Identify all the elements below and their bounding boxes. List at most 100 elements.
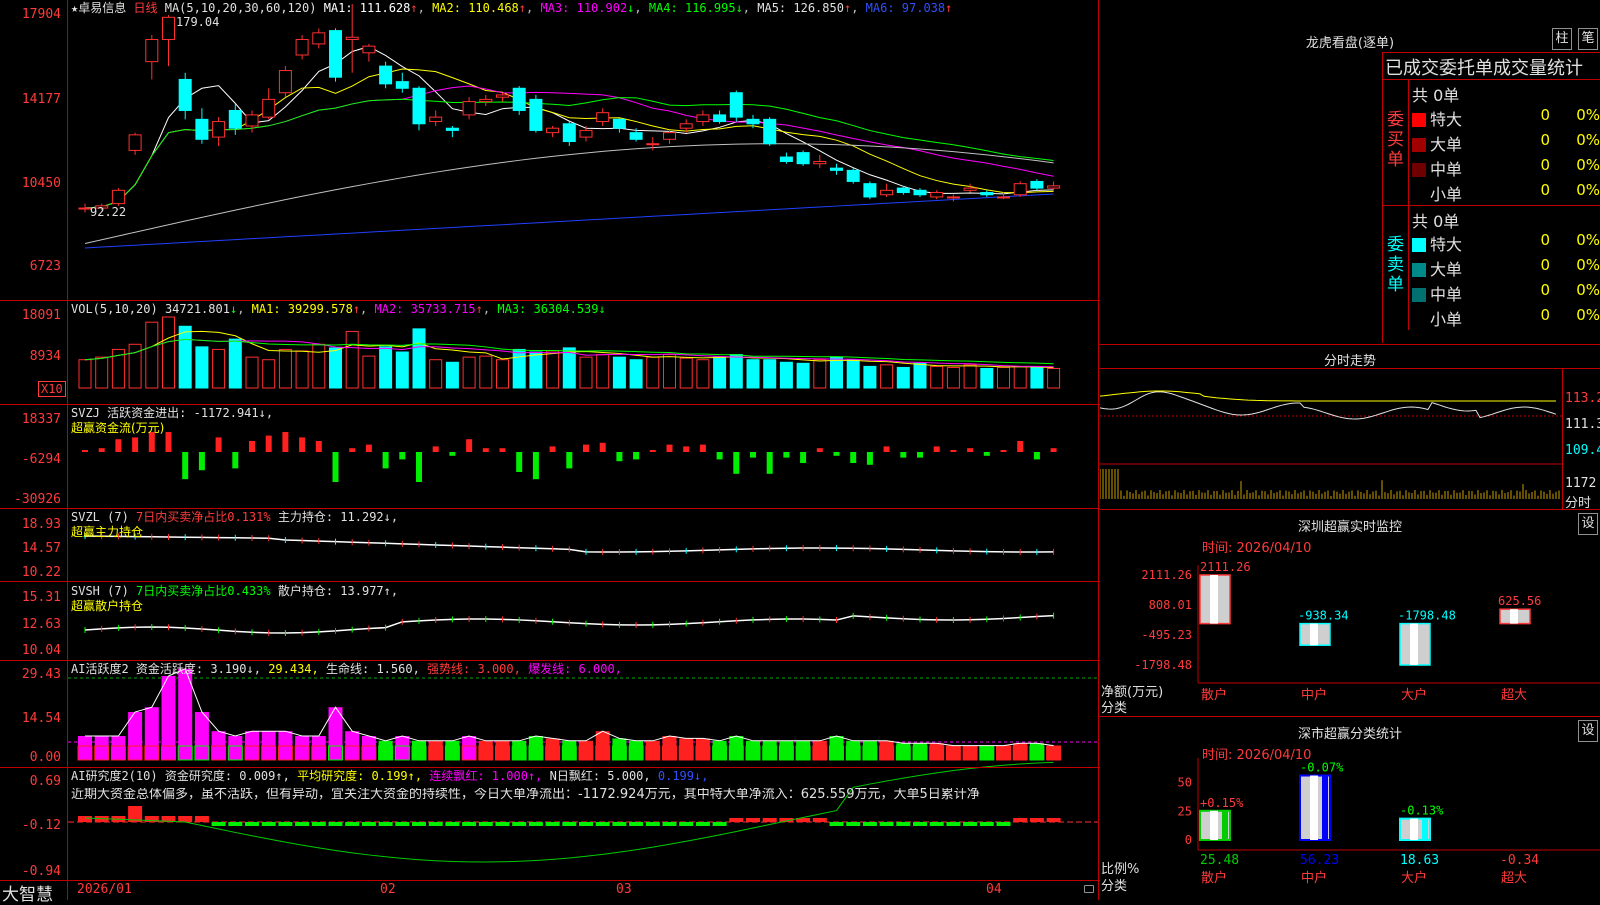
svzl-header: SVZL (7) 7日内买卖净占比0.131% 主力持仓: 11.292↓, xyxy=(71,510,398,524)
ai2-avg: 平均研究度: 0.199↑, xyxy=(297,769,423,783)
volume-bar xyxy=(329,347,342,389)
svzj-axis-label: 18337 xyxy=(21,412,61,427)
research-bar xyxy=(395,822,410,826)
ai1-axis-label: 14.54 xyxy=(21,711,61,726)
activity-bar xyxy=(796,740,811,760)
activity-bar xyxy=(562,740,577,760)
up-arrow-icon: ↑ xyxy=(843,1,852,15)
sz-class-value-label: 56.23 xyxy=(1300,853,1339,868)
flow-bar xyxy=(416,452,422,482)
research-bar xyxy=(194,816,209,822)
flow-bar xyxy=(349,448,356,452)
flow-bar xyxy=(115,439,122,452)
candle-body xyxy=(162,16,175,40)
volume-bar xyxy=(162,316,175,389)
candle-body xyxy=(896,187,910,194)
flow-bar xyxy=(499,448,506,452)
candle-body xyxy=(529,98,543,131)
candle-body xyxy=(512,87,526,111)
volume-bar xyxy=(445,361,459,389)
bar-view-button[interactable]: 柱 xyxy=(1552,28,1572,50)
flow-bar xyxy=(666,444,673,452)
price-axis-label: 6723 xyxy=(29,259,61,274)
activity-line xyxy=(85,668,1054,747)
intraday-chart[interactable] xyxy=(1100,369,1562,509)
volume-bar xyxy=(512,348,526,389)
candle-body xyxy=(846,169,860,182)
vol-legend: VOL(5,10,20) xyxy=(71,302,158,316)
vol-header: VOL(5,10,20) 34721.801↓, MA1: 39299.578↑… xyxy=(71,302,606,316)
volume-bar xyxy=(78,359,92,389)
flow-bar xyxy=(983,452,990,456)
research-bar xyxy=(1013,818,1028,822)
volume-bar xyxy=(345,330,359,389)
candle-body xyxy=(796,152,810,165)
volume-bar xyxy=(362,355,376,389)
sz-monitor-value-label: -938.34 xyxy=(1298,609,1349,623)
flow-bar xyxy=(633,452,640,460)
lock-icon[interactable] xyxy=(1084,885,1094,893)
ma3-value: MA3: 110.902 xyxy=(540,1,628,15)
activity-bar xyxy=(812,740,827,760)
buy-orders-label: 委买单 xyxy=(1387,110,1404,170)
sz-class-axis-label: 25 xyxy=(1178,804,1192,818)
volume-bar xyxy=(679,357,693,389)
sz-class-settings-button[interactable]: 设 xyxy=(1578,720,1598,742)
research-bar xyxy=(78,816,92,822)
volume-bar xyxy=(295,350,309,389)
sz-class-bar-highlight xyxy=(1410,818,1418,840)
ai1-fund-activity: 资金活跃度: 3.190↓, xyxy=(135,662,261,676)
volume-bar xyxy=(830,356,843,389)
flow-bar xyxy=(382,452,389,469)
tick-view-button[interactable]: 笔 xyxy=(1578,28,1598,50)
flow-bar xyxy=(1017,441,1024,452)
candle-body xyxy=(1047,185,1061,189)
ma120-line xyxy=(84,193,1054,249)
volume-bar xyxy=(479,355,493,389)
period-label[interactable]: 日线 xyxy=(133,1,157,15)
activity-bar xyxy=(862,740,877,760)
candle-body xyxy=(312,32,326,45)
volume-bar xyxy=(412,328,426,389)
sz-monitor-time: 时间: 2026/04/10 xyxy=(1202,541,1312,556)
order-size-label: 特大 xyxy=(1430,110,1463,129)
intraday-price-line xyxy=(1100,391,1557,420)
ai2-legend: AI研究度2(10) xyxy=(71,769,158,783)
sz-class-bar-highlight xyxy=(1210,810,1218,840)
flow-bar xyxy=(449,452,456,456)
intraday-title: 分时走势 xyxy=(1323,354,1376,369)
flow-bar xyxy=(750,452,756,458)
research-bar xyxy=(963,822,978,826)
sz-monitor-settings-button[interactable]: 设 xyxy=(1578,513,1598,535)
research-bar xyxy=(846,822,861,826)
activity-bar xyxy=(512,740,527,760)
stock-name[interactable]: 卓易信息 xyxy=(78,1,126,15)
sz-class-bar-stripe xyxy=(1222,810,1228,840)
activity-bar xyxy=(946,745,961,760)
volume-bar xyxy=(713,356,727,389)
research-bar xyxy=(913,822,927,826)
flow-bar xyxy=(249,441,255,452)
flow-bar xyxy=(816,448,823,452)
sz-class-value-label: 25.48 xyxy=(1200,853,1239,868)
sell-order-row: 中单 xyxy=(1412,281,1462,305)
intraday-price-label: 109.4 xyxy=(1565,443,1600,458)
research-bar xyxy=(729,818,744,822)
research-bar xyxy=(245,822,259,826)
volume-bar xyxy=(195,346,209,389)
activity-bar xyxy=(94,736,109,760)
sell-orders-label: 委卖单 xyxy=(1387,235,1404,295)
kline-chart-canvas[interactable] xyxy=(68,0,1100,900)
sz-class-xlabel: 分类 xyxy=(1101,879,1128,894)
activity-bar xyxy=(679,738,694,760)
candle-body xyxy=(395,81,409,89)
color-swatch-icon xyxy=(1412,113,1426,127)
research-bar xyxy=(345,822,360,826)
flow-bar xyxy=(1033,452,1040,460)
volume-bar xyxy=(696,359,710,389)
flow-bar xyxy=(933,446,940,452)
candle-body xyxy=(295,38,309,56)
volume-bar xyxy=(429,359,443,389)
panel-divider xyxy=(0,508,1100,509)
longhu-row-divider xyxy=(1382,205,1600,206)
